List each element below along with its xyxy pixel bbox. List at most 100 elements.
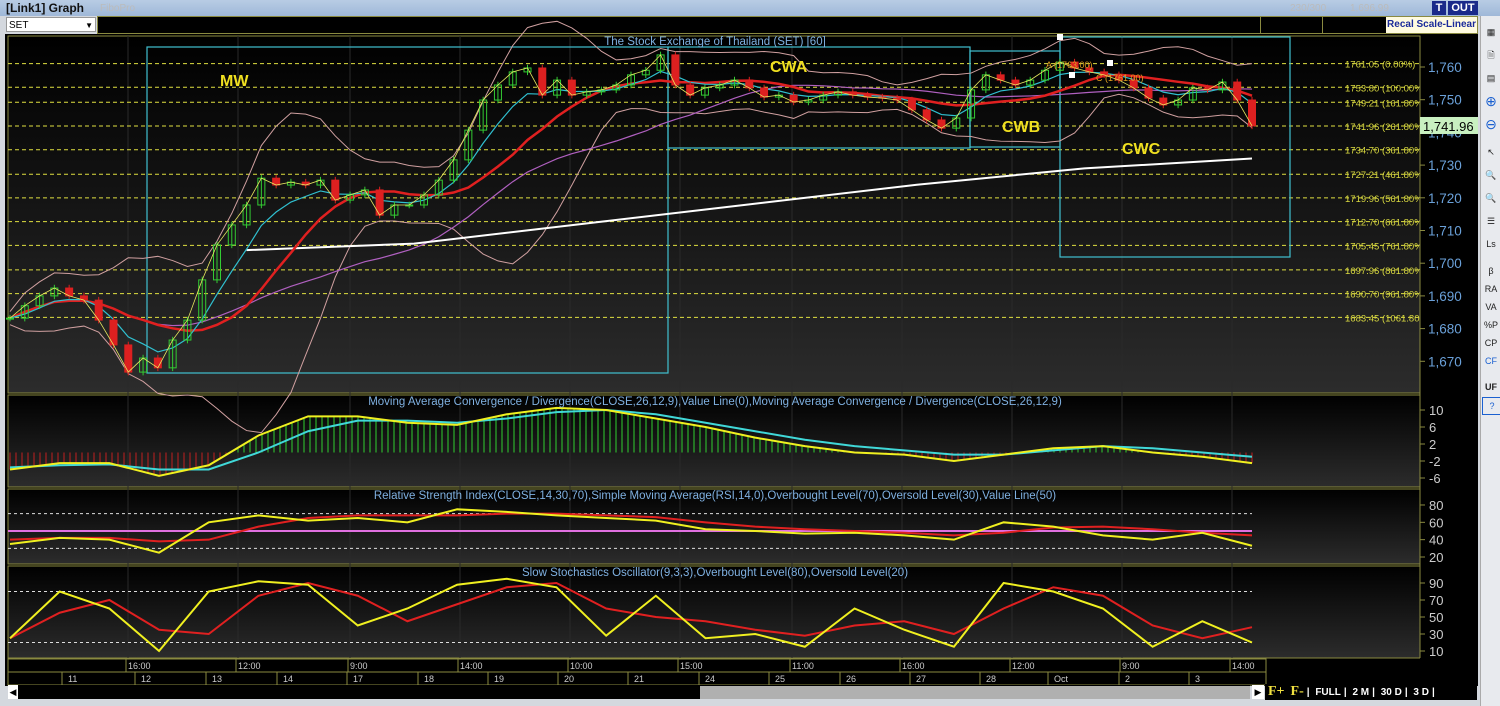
date-label: 26 — [846, 674, 856, 684]
indicator-tick-label: 10 — [1429, 403, 1443, 418]
list-icon[interactable]: ☰ — [1482, 213, 1500, 229]
time-label: 9:00 — [1122, 661, 1140, 671]
date-label: 11 — [68, 674, 77, 684]
font-increase-button[interactable]: F+ — [1268, 684, 1285, 699]
time-label: 12:00 — [1012, 661, 1035, 671]
zoom-out-circle-icon[interactable]: ⊖ — [1482, 116, 1500, 132]
time-label: 14:00 — [1232, 661, 1255, 671]
ls-icon[interactable]: Ls — [1482, 236, 1500, 252]
folder-icon[interactable]: ▤ — [1482, 70, 1500, 86]
fib-level-label: 1749.21 (161.80%) — [1345, 98, 1426, 109]
pattern-label: CWB — [1002, 119, 1040, 136]
right-toolbar: ▦ 🗎 ▤ ⊕ ⊖ ↖ 🔍 🔍 ☰ Ls β RA VA %P CP CF UF? — [1480, 16, 1500, 706]
date-label: 25 — [775, 674, 785, 684]
panel-title: Moving Average Convergence / Divergence(… — [368, 396, 1062, 408]
range-3d-button[interactable]: 3 D — [1413, 687, 1429, 698]
toolbar-beta-button[interactable]: β — [1482, 263, 1500, 279]
stoch-panel — [7, 565, 1421, 659]
time-axis-row — [7, 658, 1267, 673]
panel-title: Slow Stochastics Oscillator(9,3,3),Overb… — [522, 567, 908, 579]
toolbar-help-button[interactable]: ? — [1482, 397, 1500, 415]
date-label: 14 — [283, 674, 293, 684]
date-label: 21 — [634, 674, 644, 684]
date-label: 27 — [916, 674, 926, 684]
fib-level-label: 1712.70 (661.80%) — [1345, 218, 1426, 229]
range-bar: F+ F- | FULL | 2 M | 30 D | 3 D | — [1265, 684, 1477, 700]
price-tick-label: 1,700 — [1428, 256, 1462, 271]
toolbar-uf-button[interactable]: UF — [1482, 379, 1500, 395]
zoom-in-circle-icon[interactable]: ⊕ — [1482, 93, 1500, 109]
chart-svg[interactable]: 16:00 12:00 9:00 14:00 10:00 15:00 11:00 16:00 1… — [0, 0, 1500, 706]
table-icon[interactable]: ▦ — [1482, 24, 1500, 40]
range-30d-button[interactable]: 30 D — [1381, 687, 1402, 698]
last-price-label: 1,741.96 — [1423, 119, 1474, 134]
indicator-tick-label: 90 — [1429, 576, 1443, 591]
scrollbar-thumb[interactable] — [700, 686, 1250, 699]
indicator-tick-label: 30 — [1429, 627, 1443, 642]
date-label: 3 — [1195, 674, 1200, 684]
price-tick-label: 1,730 — [1428, 158, 1462, 173]
pattern-label: MW — [220, 73, 249, 90]
fib-level-label: 1719.96 (561.80%) — [1345, 194, 1426, 205]
panel-title: Relative Strength Index(CLOSE,14,30,70),… — [374, 490, 1056, 502]
price-tick-label: 1,750 — [1428, 93, 1462, 108]
time-label: 12:00 — [238, 661, 261, 671]
macd-panel — [7, 394, 1421, 488]
pattern-label: CWC — [1122, 141, 1161, 158]
indicator-tick-label: 60 — [1429, 515, 1443, 530]
scroll-left-arrow-icon[interactable]: ◀ — [8, 685, 18, 699]
wave-point-marker — [1069, 72, 1075, 78]
indicator-tick-label: 20 — [1429, 550, 1443, 565]
font-decrease-button[interactable]: F- — [1291, 684, 1304, 699]
range-2m-button[interactable]: 2 M — [1352, 687, 1369, 698]
range-full-button[interactable]: FULL — [1315, 687, 1341, 698]
indicator-tick-label: 40 — [1429, 533, 1443, 548]
toolbar-va-button[interactable]: VA — [1482, 299, 1500, 315]
time-label: 16:00 — [902, 661, 925, 671]
magnify-plus-icon[interactable]: 🔍 — [1482, 167, 1500, 183]
toolbar-cf-button[interactable]: CF — [1482, 353, 1500, 369]
indicator-tick-label: 2 — [1429, 437, 1436, 452]
document-icon[interactable]: 🗎 — [1482, 47, 1500, 63]
fib-level-label: 1697.96 (861.80%) — [1345, 266, 1426, 277]
magnify-minus-icon[interactable]: 🔍 — [1482, 190, 1500, 206]
indicator-tick-label: -6 — [1429, 471, 1441, 486]
date-label: 28 — [986, 674, 996, 684]
wave-point-marker — [1107, 60, 1113, 66]
fib-level-label: 1690.70 (961.80%) — [1345, 290, 1426, 301]
indicator-tick-label: 6 — [1429, 420, 1436, 435]
wave-point-marker — [1057, 34, 1063, 40]
fib-level-label: 1753.80 (100.00%) — [1345, 83, 1426, 94]
date-label: 20 — [564, 674, 574, 684]
price-tick-label: 1,670 — [1428, 354, 1462, 369]
date-label: 24 — [705, 674, 715, 684]
price-tick-label: 1,690 — [1428, 289, 1462, 304]
time-label: 15:00 — [680, 661, 703, 671]
fib-level-label: 1761.05 (0.00%) — [1345, 60, 1415, 71]
cursor-icon[interactable]: ↖ — [1482, 144, 1500, 160]
date-label: Oct — [1054, 674, 1069, 684]
time-label: 11:00 — [792, 661, 814, 671]
toolbar-cp-button[interactable]: CP — [1482, 335, 1500, 351]
fib-level-label: 1734.70 (361.80%) — [1345, 146, 1426, 157]
date-label: 19 — [494, 674, 504, 684]
time-label: 9:00 — [350, 661, 368, 671]
price-tick-label: 1,710 — [1428, 224, 1462, 239]
scroll-right-arrow-icon[interactable]: ▶ — [1252, 685, 1264, 699]
indicator-tick-label: 50 — [1429, 610, 1443, 625]
toolbar-ra-button[interactable]: RA — [1482, 281, 1500, 297]
indicator-tick-label: 70 — [1429, 593, 1443, 608]
fib-level-label: 1727.21 (461.80%) — [1345, 170, 1426, 181]
date-label: 18 — [424, 674, 434, 684]
pattern-label: CWA — [770, 59, 808, 76]
wave-label: A (1763.00) — [1046, 60, 1093, 70]
toolbar-percent-p-button[interactable]: %P — [1482, 317, 1500, 333]
indicator-tick-label: 10 — [1429, 644, 1443, 659]
price-tick-label: 1,760 — [1428, 60, 1462, 75]
date-label: 2 — [1125, 674, 1130, 684]
time-label: 14:00 — [460, 661, 483, 671]
panel-title: The Stock Exchange of Thailand (SET) [60… — [604, 36, 826, 48]
fib-level-label: 1741.96 (261.80%) — [1345, 122, 1426, 133]
time-label: 16:00 — [128, 661, 151, 671]
indicator-tick-label: -2 — [1429, 454, 1441, 469]
